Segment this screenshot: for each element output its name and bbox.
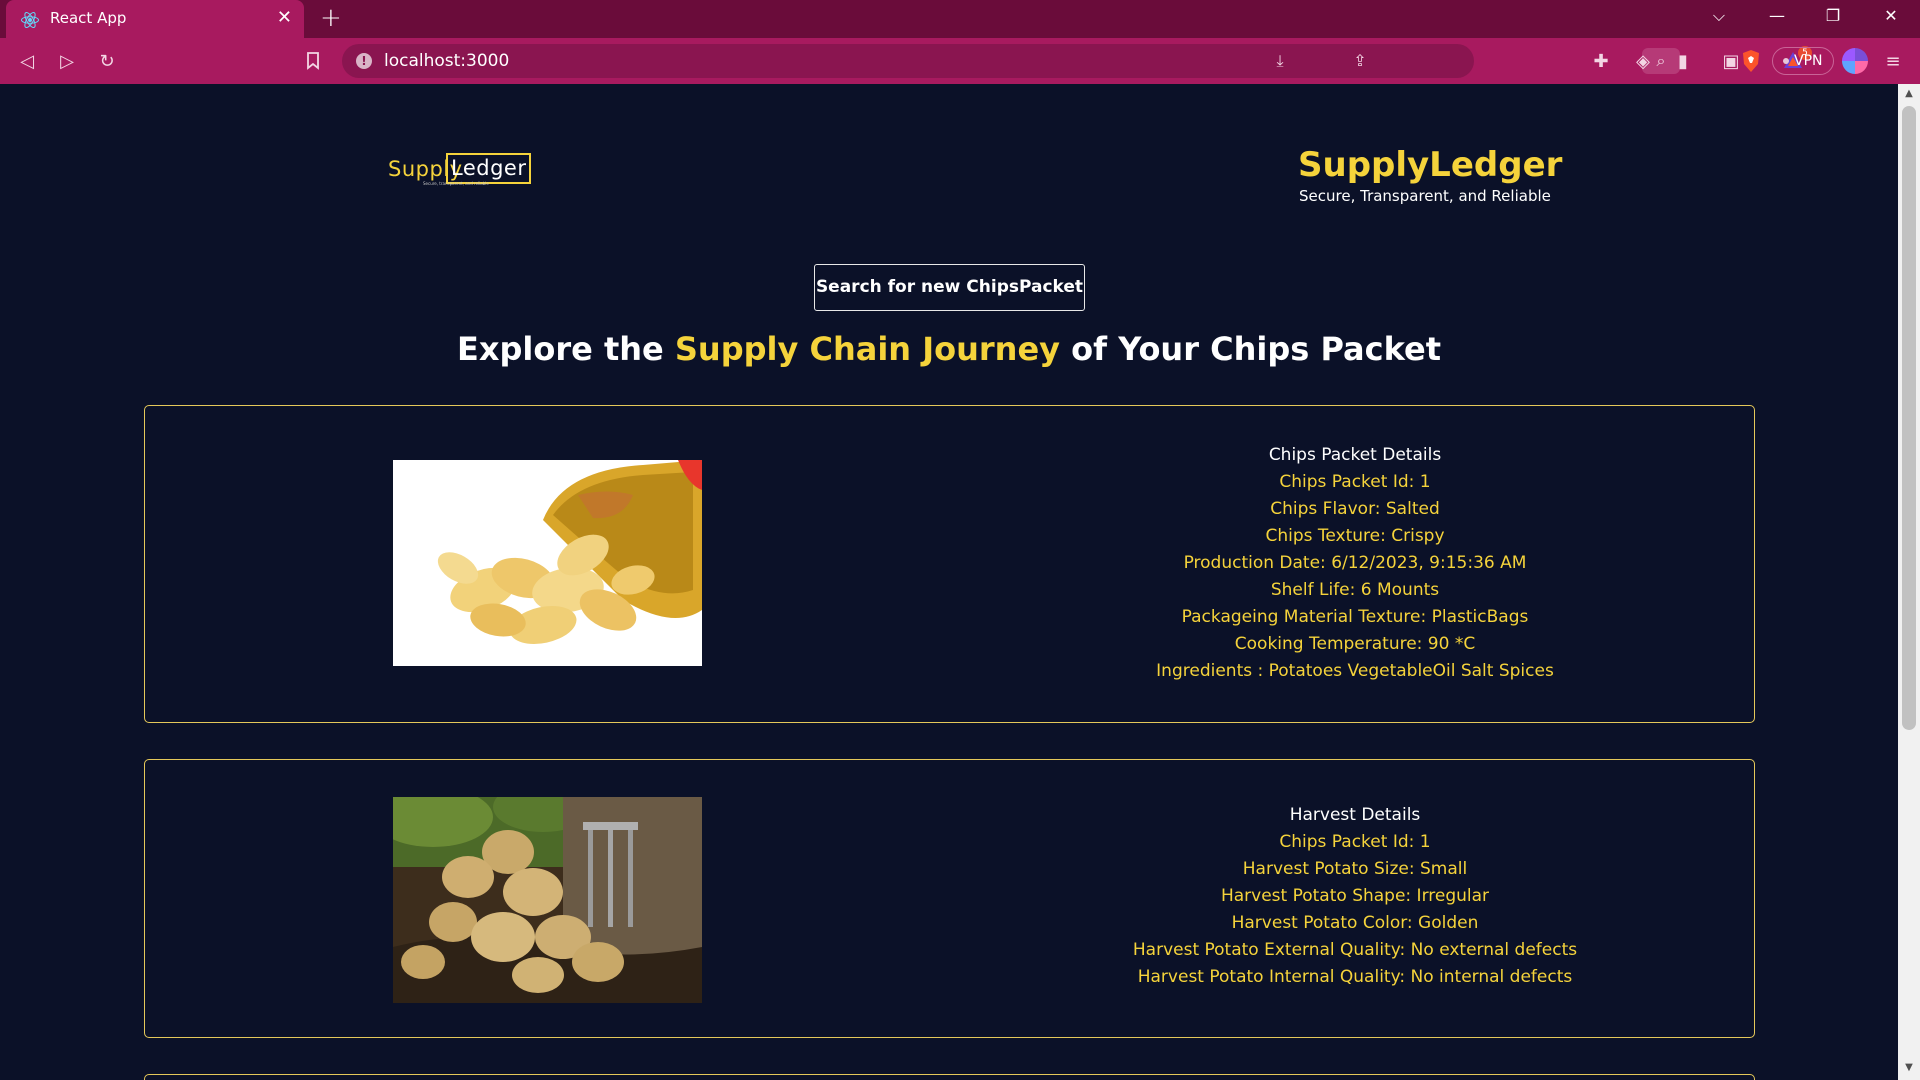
harvest-detail-line: Harvest Potato Internal Quality: No inte… — [1137, 967, 1573, 987]
bookmark-icon[interactable] — [300, 48, 326, 74]
tab-search-chevron-icon[interactable]: ⌵ — [1704, 6, 1734, 26]
tab-title: React App — [50, 9, 127, 27]
profile-avatar[interactable] — [1842, 48, 1868, 74]
new-tab-icon[interactable]: + — [320, 4, 342, 32]
page-content: Supply Ledger Secure, transparent, and r… — [0, 84, 1898, 1080]
chips-packet-details: Chips Packet Details Chips Packet Id: 1 … — [1105, 442, 1605, 685]
chips-packet-image — [393, 460, 702, 666]
wallet-icon[interactable]: ▣ — [1718, 48, 1744, 74]
browser-tab[interactable]: React App ✕ — [6, 0, 304, 38]
chips-detail-line: Production Date: 6/12/2023, 9:15:36 AM — [1183, 553, 1527, 573]
chips-detail-line: Chips Texture: Crispy — [1265, 526, 1445, 546]
react-icon — [21, 11, 39, 29]
reload-icon[interactable]: ↻ — [94, 48, 120, 74]
chips-packet-card: Chips Packet Details Chips Packet Id: 1 … — [144, 405, 1755, 723]
vpn-label: VPN — [1794, 53, 1823, 69]
chips-detail-line: Shelf Life: 6 Mounts — [1270, 580, 1440, 600]
headline-prefix: Explore the — [456, 330, 675, 368]
scroll-down-icon[interactable]: ▼ — [1903, 1062, 1915, 1074]
sidebar-icon[interactable]: ▮ — [1670, 48, 1696, 74]
page-scrollbar[interactable]: ▲ ▼ — [1898, 84, 1920, 1080]
browser-toolbar: ◁ ▷ ↻ ! localhost:3000 ⤓ ⌕ ⇪ 5 ✚ ◈ ▮ ▣ V… — [0, 38, 1920, 84]
harvest-potato-image — [393, 797, 702, 1003]
chips-detail-line: Chips Flavor: Salted — [1270, 499, 1440, 519]
forward-icon[interactable]: ▷ — [54, 48, 80, 74]
logo-tagline: Secure, transparent, and reliable — [423, 181, 489, 186]
close-tab-icon[interactable]: ✕ — [277, 7, 292, 29]
supplyledger-logo: Supply Ledger Secure, transparent, and r… — [388, 152, 540, 192]
harvest-details-heading: Harvest Details — [1289, 805, 1421, 825]
minimize-icon[interactable]: — — [1762, 6, 1792, 25]
chips-details-heading: Chips Packet Details — [1268, 445, 1442, 465]
leo-ai-icon[interactable]: ◈ — [1630, 48, 1656, 74]
chips-detail-line: Chips Packet Id: 1 — [1279, 472, 1431, 492]
next-stage-card — [144, 1074, 1755, 1080]
harvest-detail-line: Harvest Potato Color: Golden — [1231, 913, 1479, 933]
scroll-thumb[interactable] — [1902, 106, 1916, 730]
brand-tagline: Secure, Transparent, and Reliable — [1299, 187, 1551, 205]
search-chips-packet-button[interactable]: Search for new ChipsPacket — [814, 264, 1085, 311]
share-icon[interactable]: ⇪ — [1348, 50, 1372, 72]
close-window-icon[interactable]: ✕ — [1876, 6, 1906, 25]
install-app-icon[interactable]: ⤓ — [1268, 50, 1292, 72]
headline-suffix: of Your Chips Packet — [1060, 330, 1442, 368]
restore-icon[interactable]: ❐ — [1818, 6, 1848, 25]
chips-detail-line: Cooking Temperature: 90 *C — [1234, 634, 1476, 654]
scroll-up-icon[interactable]: ▲ — [1903, 88, 1915, 100]
site-info-icon[interactable]: ! — [356, 53, 372, 69]
chips-detail-line: Ingredients : Potatoes VegetableOil Salt… — [1156, 661, 1554, 681]
logo-text-ledger: Ledger — [446, 153, 532, 184]
address-bar[interactable]: ! localhost:3000 ⤓ ⌕ ⇪ 5 — [342, 44, 1812, 78]
harvest-details: Harvest Details Chips Packet Id: 1 Harve… — [1105, 802, 1605, 991]
harvest-card: Harvest Details Chips Packet Id: 1 Harve… — [144, 759, 1755, 1038]
brand-name: SupplyLedger — [1298, 145, 1563, 185]
menu-icon[interactable]: ≡ — [1880, 48, 1906, 74]
vpn-button[interactable]: VPN — [1772, 47, 1834, 75]
harvest-detail-line: Harvest Potato Shape: Irregular — [1220, 886, 1490, 906]
page-headline: Explore the Supply Chain Journey of Your… — [0, 328, 1898, 370]
url-text[interactable]: localhost:3000 — [384, 51, 509, 71]
chips-detail-line: Packageing Material Texture: PlasticBags — [1181, 607, 1529, 627]
headline-highlight: Supply Chain Journey — [674, 330, 1061, 368]
harvest-detail-line: Chips Packet Id: 1 — [1279, 832, 1431, 852]
vpn-status-dot — [1783, 58, 1789, 64]
extensions-icon[interactable]: ✚ — [1588, 48, 1614, 74]
harvest-detail-line: Harvest Potato External Quality: No exte… — [1132, 940, 1578, 960]
browser-tab-bar: React App ✕ + ⌵ — ❐ ✕ — [0, 0, 1920, 38]
brand-block: SupplyLedger Secure, Transparent, and Re… — [1298, 144, 1562, 206]
harvest-detail-line: Harvest Potato Size: Small — [1242, 859, 1468, 879]
back-icon[interactable]: ◁ — [14, 48, 40, 74]
